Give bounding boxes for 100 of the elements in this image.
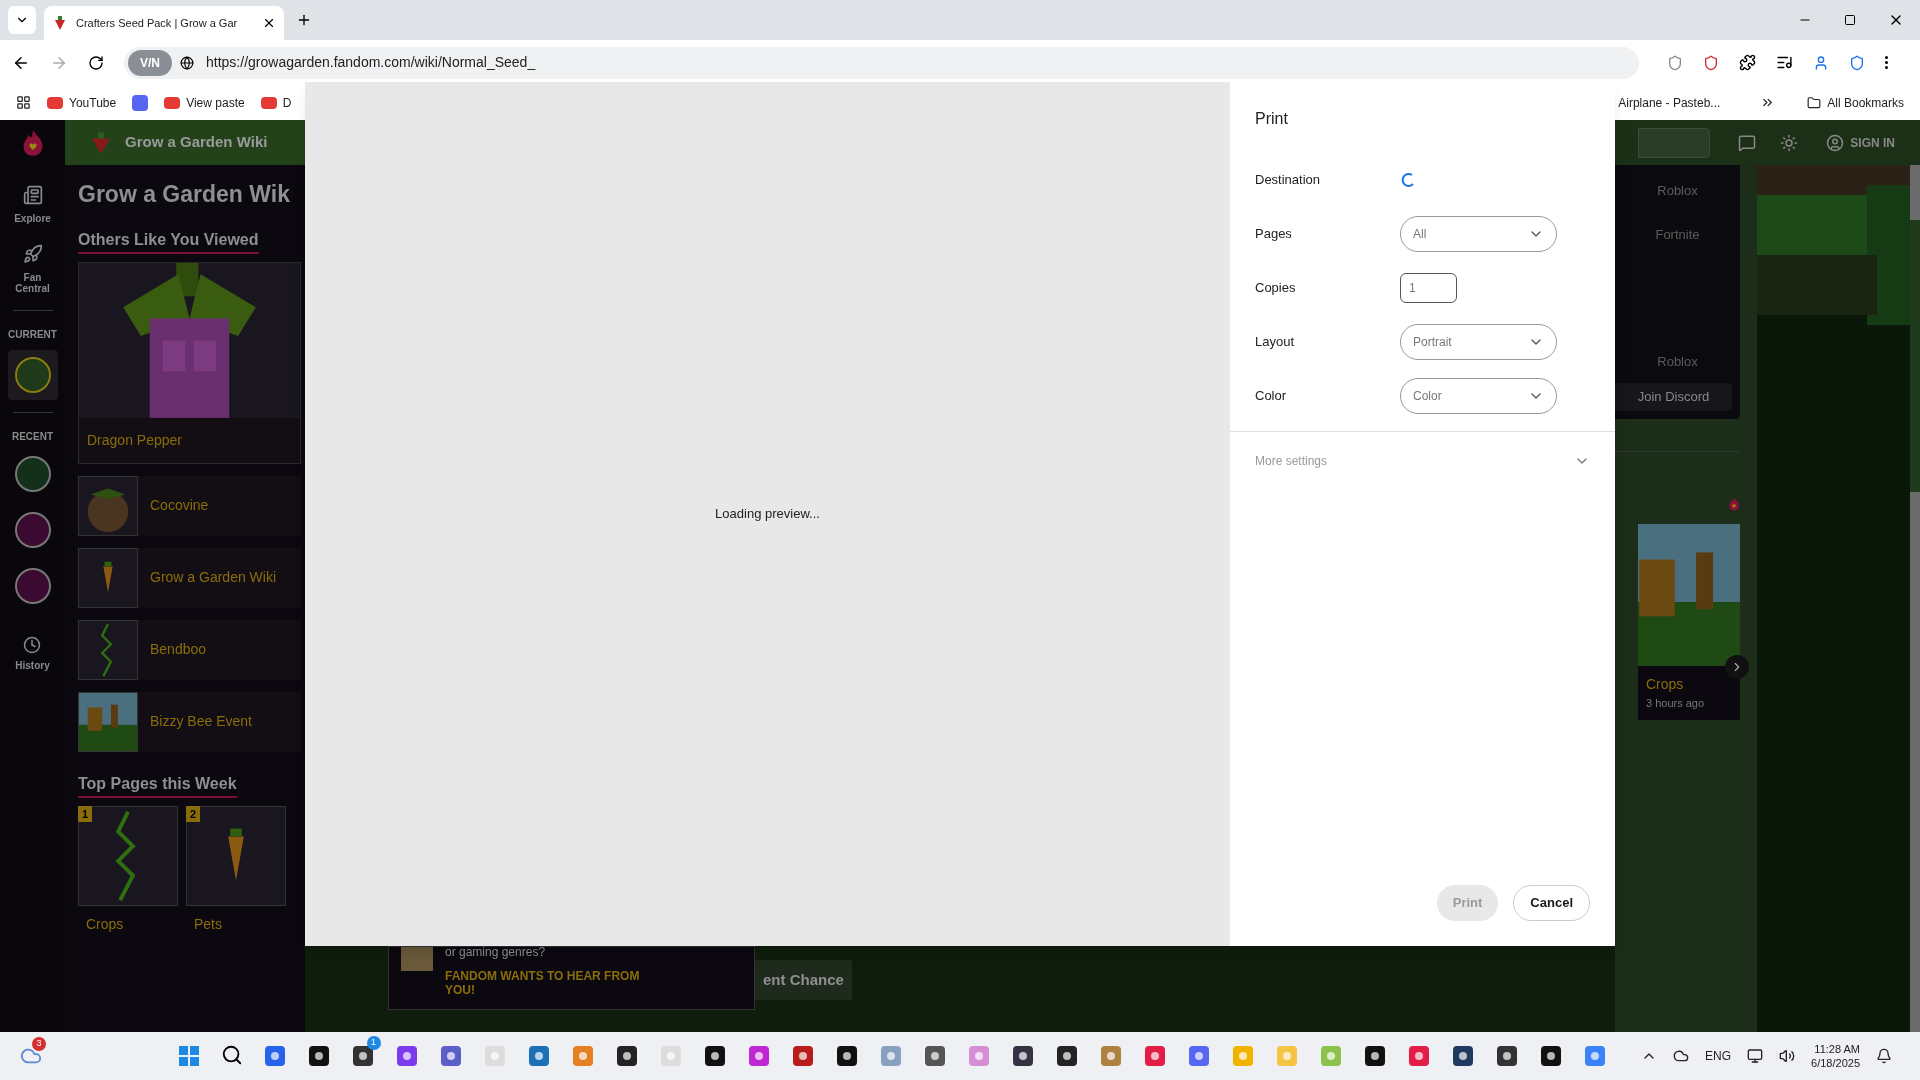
rank-badge: 1 xyxy=(78,805,93,822)
address-bar[interactable]: V/N https://growagarden.fandom.com/wiki/Normal_Seed_ xyxy=(124,46,1639,79)
app-icon[interactable] xyxy=(834,1044,859,1068)
article-row[interactable]: Bizzy Bee Event xyxy=(78,691,301,752)
field-label: Pages xyxy=(1255,225,1293,244)
newspaper-icon xyxy=(22,185,43,205)
close-icon[interactable] xyxy=(262,16,276,30)
survey-icon xyxy=(401,947,433,971)
article-row[interactable]: Grow a Garden Wiki xyxy=(78,547,301,608)
card-title: Pets xyxy=(193,914,223,934)
onedrive-icon[interactable] xyxy=(1673,1048,1690,1064)
app-icon[interactable] xyxy=(614,1044,639,1068)
page-title: Grow a Garden Wik xyxy=(78,180,291,209)
bookmark-link[interactable]: YouTube xyxy=(47,93,117,112)
article-title: Grow a Garden Wiki xyxy=(150,568,277,587)
field-label: Color xyxy=(1255,387,1288,406)
section-label: RECENT xyxy=(11,430,54,444)
survey-card[interactable]: or gaming genres? FANDOM WANTS TO HEAR FROM YOU! xyxy=(388,946,755,1010)
field-label: Layout xyxy=(1255,333,1296,352)
join-discord-button[interactable]: Join Discord xyxy=(1615,383,1732,411)
cancel-button[interactable]: Cancel xyxy=(1513,885,1590,921)
clock-icon xyxy=(23,636,42,654)
start-icon[interactable] xyxy=(176,1044,201,1068)
site-info-icon[interactable] xyxy=(180,55,194,70)
next-button[interactable] xyxy=(1725,655,1749,679)
apps-icon[interactable] xyxy=(16,95,31,110)
vpn-badge: V/N xyxy=(128,49,172,76)
current-wiki-icon[interactable] xyxy=(7,350,58,400)
notification-badge: 1 xyxy=(366,1036,381,1050)
all-bookmarks-link[interactable]: All Bookmarks xyxy=(1807,93,1904,112)
sidebar-link[interactable]: Roblox xyxy=(1657,181,1698,201)
url-text: https://growagarden.fandom.com/wiki/Normal_Seed_ xyxy=(206,53,536,72)
network-icon[interactable] xyxy=(1747,1048,1764,1064)
survey-question: or gaming genres? xyxy=(445,944,547,961)
recent-wiki-icon[interactable] xyxy=(14,512,51,548)
copies-field[interactable]: 1 xyxy=(1400,273,1457,303)
reload-icon[interactable] xyxy=(88,54,104,71)
clock[interactable]: 11:28 AM 6/18/2025 xyxy=(1811,1042,1860,1070)
section-heading: Others Like You Viewed xyxy=(78,227,259,254)
extensions-icon[interactable] xyxy=(1739,54,1756,71)
article-title: Bendboo xyxy=(150,640,207,659)
article-title: Bizzy Bee Event xyxy=(150,712,252,731)
bookmark-link[interactable]: Airplane - Pasteb... xyxy=(1618,93,1721,112)
sign-in-link[interactable]: SIGN IN xyxy=(1826,133,1895,152)
field-label: Destination xyxy=(1255,171,1322,190)
bookmark-link[interactable]: D xyxy=(260,93,292,112)
volume-icon[interactable] xyxy=(1779,1048,1796,1064)
menu-icon[interactable] xyxy=(1885,56,1888,69)
more-settings-toggle[interactable]: More settings xyxy=(1255,432,1590,490)
survey-link[interactable]: FANDOM WANTS TO HEAR FROM YOU! xyxy=(445,969,665,997)
shield-icon[interactable] xyxy=(1667,54,1683,71)
app-icon[interactable] xyxy=(350,1044,375,1068)
app-icon[interactable] xyxy=(1010,1044,1035,1068)
media-icon[interactable] xyxy=(1776,54,1793,71)
maximize-icon[interactable] xyxy=(1844,14,1856,26)
profile-icon[interactable] xyxy=(1813,54,1829,71)
article-row[interactable]: Cocovine xyxy=(78,475,301,536)
wiki-name: Grow a Garden Wiki xyxy=(125,132,268,153)
recent-wiki-icon[interactable] xyxy=(14,568,51,604)
chance-button[interactable]: ent Chance xyxy=(755,960,852,1000)
browser-tab[interactable]: Crafters Seed Pack | Grow a Gar xyxy=(44,6,284,40)
strawberry-icon xyxy=(52,15,68,31)
sidebar-link[interactable]: Roblox xyxy=(1657,351,1698,371)
theme-icon[interactable] xyxy=(1780,133,1799,152)
new-tab-icon[interactable] xyxy=(296,12,312,28)
app-icon[interactable] xyxy=(1494,1044,1519,1068)
recent-card[interactable]: Crops 3 hours ago xyxy=(1638,524,1740,720)
language-indicator[interactable]: ENG xyxy=(1705,1047,1732,1065)
app-icon[interactable] xyxy=(1538,1044,1563,1068)
app-icon[interactable] xyxy=(1362,1044,1387,1068)
section-heading: Top Pages this Week xyxy=(78,771,237,798)
rail-link[interactable]: Explore xyxy=(7,185,58,224)
dialog-title: Print xyxy=(1255,109,1289,129)
app-icon[interactable] xyxy=(922,1044,947,1068)
notifications-icon[interactable] xyxy=(1876,1048,1892,1064)
app-icon[interactable] xyxy=(1450,1044,1475,1068)
article-row[interactable]: Bendboo xyxy=(78,619,301,680)
featured-card[interactable]: Dragon Pepper xyxy=(78,261,301,464)
rail-link[interactable]: History xyxy=(15,636,50,673)
field-label: Copies xyxy=(1255,279,1297,298)
article-title: Cocovine xyxy=(150,496,209,515)
loading-text: Loading preview... xyxy=(715,505,820,524)
shield-icon[interactable] xyxy=(1849,54,1865,71)
search-field[interactable] xyxy=(1638,127,1711,158)
recent-wiki-icon[interactable] xyxy=(14,456,51,492)
discussions-icon[interactable] xyxy=(1738,133,1757,152)
card-title: Crops xyxy=(1645,675,1685,694)
rail-link[interactable]: Fan Central xyxy=(7,244,58,294)
search-icon[interactable] xyxy=(220,1044,243,1066)
card-title: Dragon Pepper xyxy=(86,430,183,450)
notification-badge: 3 xyxy=(32,1037,46,1051)
app-icon[interactable] xyxy=(306,1044,331,1068)
app-icon[interactable] xyxy=(1054,1044,1079,1068)
bookmark-icon[interactable] xyxy=(132,94,149,111)
shield-icon[interactable] xyxy=(1703,54,1719,71)
bookmark-link[interactable]: View paste xyxy=(164,93,245,112)
app-icon[interactable] xyxy=(702,1044,727,1068)
card-title: Crops xyxy=(85,914,125,934)
folder-icon xyxy=(1807,95,1822,110)
sidebar-link[interactable]: Fortnite xyxy=(1655,224,1700,244)
